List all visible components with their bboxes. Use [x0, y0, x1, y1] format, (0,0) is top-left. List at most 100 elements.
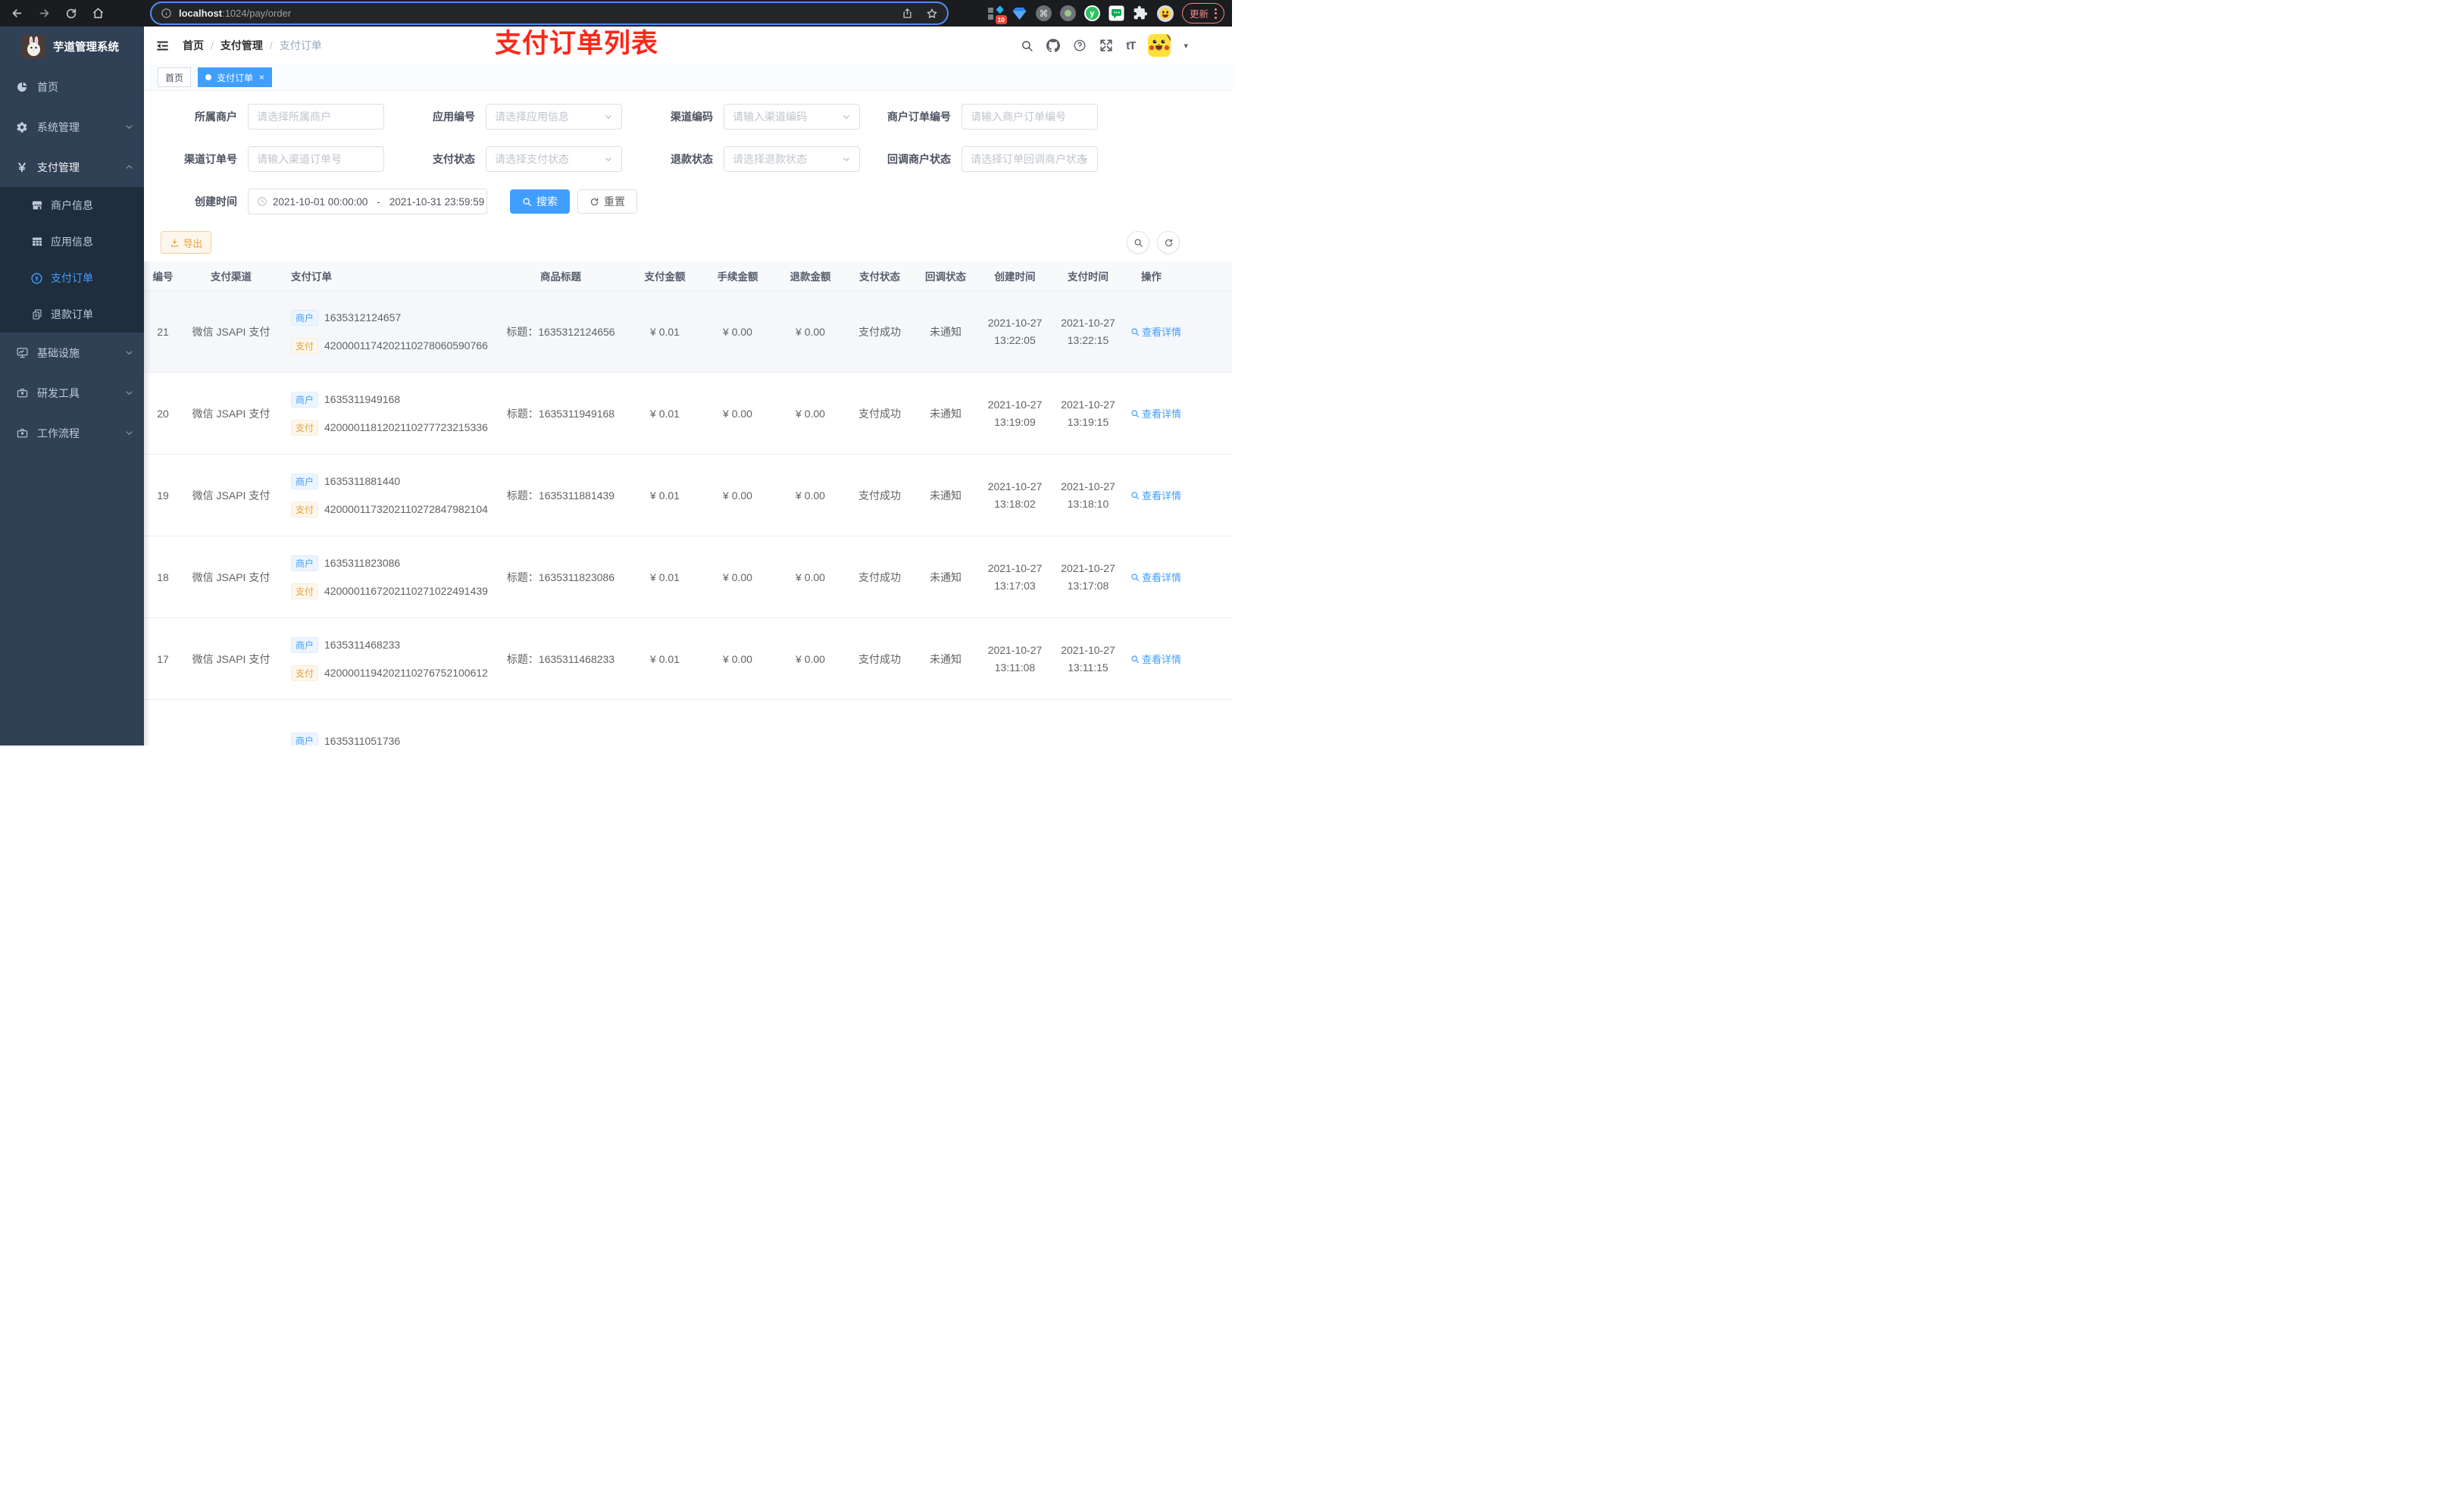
view-detail-link[interactable]: 查看详情 — [1130, 406, 1181, 420]
cell-order-numbers: 商户 1635311823086 支付 42000011672021102710… — [280, 536, 492, 617]
sidebar-subitem-label: 退款订单 — [51, 308, 93, 320]
cell-channel: 微信 JSAPI 支付 — [192, 407, 270, 420]
chevron-down-icon — [125, 123, 133, 131]
search-button[interactable]: 搜索 — [510, 189, 570, 214]
date-start: 2021-10-01 00:00:00 — [273, 195, 368, 208]
close-icon[interactable]: × — [259, 73, 264, 82]
tab-home[interactable]: 首页 — [158, 67, 192, 87]
breadcrumb-pay-manage[interactable]: 支付管理 — [220, 38, 263, 53]
merchant-tag: 商户 — [291, 555, 319, 571]
merchant-order-line: 商户 1635311823086 — [291, 555, 400, 571]
extensions-puzzle-icon[interactable] — [1133, 5, 1149, 21]
merchant-order-line: 商户 1635311881440 — [291, 473, 400, 489]
app-id-select[interactable] — [486, 104, 622, 130]
bookmark-star-icon[interactable] — [926, 8, 938, 20]
yuque-icon[interactable]: y — [1083, 5, 1100, 21]
cell-created-time: 2021-10-27 13:19:09 — [978, 373, 1052, 454]
pay-status-select[interactable] — [486, 146, 622, 172]
command-extension-icon[interactable]: ⌘ — [1035, 5, 1052, 21]
channel-code-select[interactable] — [724, 104, 860, 130]
sidebar-item-workflow[interactable]: 工作流程 — [0, 413, 144, 453]
reset-button[interactable]: 重置 — [577, 189, 637, 214]
channel-order-no-input[interactable] — [248, 146, 384, 172]
extension-badge-icon[interactable]: 10 — [987, 5, 1007, 24]
chevron-down-icon — [125, 429, 133, 437]
github-icon[interactable] — [1046, 39, 1061, 52]
merchant-tag: 商户 — [291, 733, 319, 746]
url-text: localhost:1024/pay/order — [179, 8, 292, 19]
sidebar-item-merchant-info[interactable]: 商户信息 — [0, 187, 144, 223]
paid-date: 2021-10-27 — [1061, 480, 1115, 492]
toolbox-icon — [15, 386, 29, 399]
site-info-icon[interactable] — [161, 8, 172, 19]
back-icon[interactable] — [11, 7, 23, 20]
cell-channel: 微信 JSAPI 支付 — [192, 489, 270, 502]
refresh-icon[interactable] — [1157, 231, 1180, 254]
fullscreen-icon[interactable] — [1099, 39, 1113, 52]
paid-time: 13:17:08 — [1067, 580, 1109, 592]
refund-status-select[interactable] — [724, 146, 860, 172]
view-detail-link[interactable]: 查看详情 — [1130, 570, 1181, 584]
browser-update-button[interactable]: 更新 — [1181, 3, 1224, 23]
merchant-tag: 商户 — [291, 636, 319, 653]
app-logo[interactable]: 芋道管理系统 — [0, 27, 144, 67]
breadcrumb: 首页 / 支付管理 / 支付订单 — [183, 38, 322, 53]
sidebar-item-infrastructure[interactable]: 基础设施 — [0, 333, 144, 373]
created-time: 13:11:08 — [994, 661, 1036, 674]
browser-menu-icon[interactable] — [1215, 8, 1217, 19]
sidebar-item-refund-order[interactable]: 退款订单 — [0, 296, 144, 333]
avatar-caret-icon[interactable]: ▾ — [1184, 41, 1188, 51]
cell-amount: ¥ 0.01 — [650, 652, 680, 665]
profile-avatar-icon[interactable] — [1156, 5, 1174, 22]
cell-id — [144, 700, 182, 746]
sidebar-item-dev-tools[interactable]: 研发工具 — [0, 373, 144, 413]
cell-paid-time: 2021-10-27 13:11:15 — [1052, 618, 1124, 699]
pay-order-line: 支付 4200001167202110271022491439 — [291, 583, 488, 599]
share-icon[interactable] — [902, 8, 913, 19]
url-bar[interactable]: localhost:1024/pay/order — [152, 3, 947, 23]
sidebar-item-pay-order[interactable]: ¥ 支付订单 — [0, 260, 144, 296]
created-date: 2021-10-27 — [987, 399, 1043, 411]
sidebar-item-system[interactable]: 系统管理 — [0, 107, 144, 147]
table-body: 21 微信 JSAPI 支付 商户 1635312124657 支付 42000… — [144, 290, 1232, 746]
view-detail-link[interactable]: 查看详情 — [1130, 488, 1181, 502]
cell-amount: ¥ 0.01 — [650, 325, 680, 338]
cell-fee: ¥ 0.00 — [723, 570, 752, 583]
cell-title: 标题：1635312124656 — [506, 325, 615, 338]
cell-created-time: 2021-10-27 13:11:08 — [978, 618, 1052, 699]
merchant-tag: 商户 — [291, 391, 319, 408]
reload-icon[interactable] — [65, 8, 77, 20]
filter-pay-status: 支付状态 — [392, 146, 622, 172]
callback-status-select[interactable] — [962, 146, 1098, 172]
user-avatar[interactable] — [1148, 34, 1171, 57]
cell-pay-status: 支付成功 — [858, 570, 901, 583]
paid-time: 13:18:10 — [1067, 498, 1109, 510]
sidebar-item-home[interactable]: 首页 — [0, 67, 144, 107]
sidebar-collapse-icon[interactable] — [155, 39, 170, 53]
export-button[interactable]: 导出 — [161, 231, 212, 254]
chat-extension-icon[interactable] — [1108, 5, 1124, 21]
home-icon[interactable] — [92, 7, 105, 20]
dot-extension-icon[interactable] — [1059, 5, 1076, 21]
merchant-input[interactable] — [248, 104, 384, 130]
forward-icon[interactable] — [38, 7, 51, 20]
paid-time: 13:11:15 — [1068, 661, 1108, 674]
search-icon[interactable] — [1021, 39, 1033, 52]
view-detail-link[interactable]: 查看详情 — [1130, 324, 1181, 339]
font-size-icon[interactable]: tT — [1126, 39, 1136, 52]
merchant-order-no-input[interactable] — [962, 104, 1098, 130]
sketch-icon[interactable] — [1012, 5, 1027, 21]
tab-pay-order[interactable]: 支付订单 × — [198, 67, 273, 87]
cell-channel: 微信 JSAPI 支付 — [192, 652, 270, 665]
help-icon[interactable] — [1073, 39, 1087, 52]
hide-search-icon[interactable] — [1127, 231, 1149, 254]
breadcrumb-home[interactable]: 首页 — [183, 38, 204, 53]
paid-date: 2021-10-27 — [1061, 399, 1115, 411]
search-form: 所属商户 应用编号 渠道编码 商户订单编号 — [154, 104, 1232, 214]
view-detail-link[interactable]: 查看详情 — [1130, 652, 1181, 666]
date-range-input[interactable]: 2021-10-01 00:00:00 - 2021-10-31 23:59:5… — [248, 189, 487, 214]
sidebar-item-payment[interactable]: ￥ 支付管理 — [0, 147, 144, 187]
date-separator: - — [377, 195, 380, 208]
sidebar-item-app-info[interactable]: 应用信息 — [0, 223, 144, 260]
tags-view: 首页 支付订单 × — [144, 64, 1232, 91]
